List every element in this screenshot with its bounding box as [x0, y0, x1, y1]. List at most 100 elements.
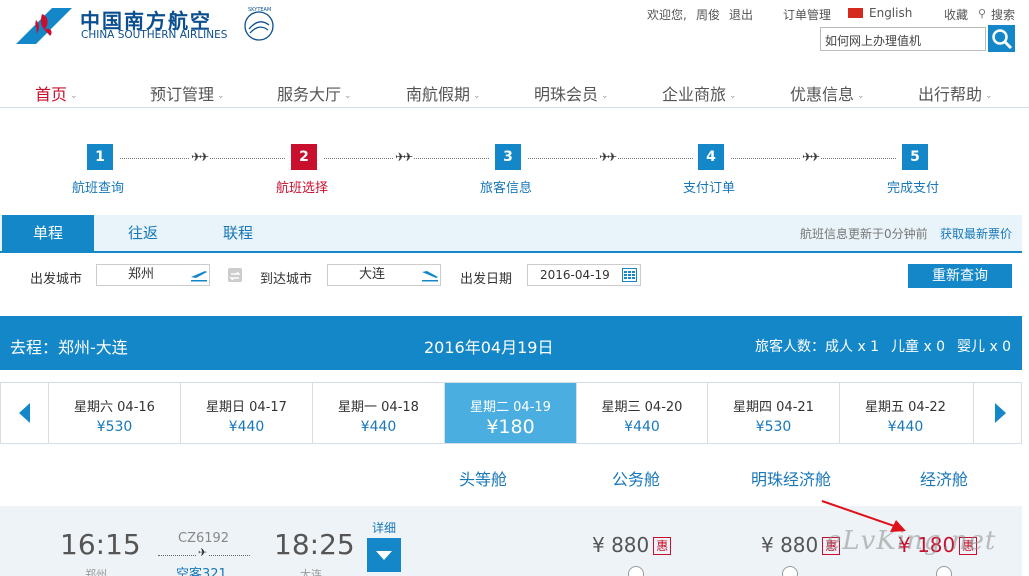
aircraft-type[interactable]: 空客321: [176, 563, 227, 576]
cabin-economy: 经济舱: [920, 470, 969, 489]
route-title: 去程：郑州-大连: [10, 338, 128, 357]
discount-badge: 惠: [653, 537, 672, 555]
swap-cities-button[interactable]: [228, 268, 242, 282]
china-flag-icon: [848, 8, 863, 18]
chevron-down-icon: ⌄: [985, 91, 993, 101]
svg-text:SKYTEAM: SKYTEAM: [248, 7, 271, 13]
tab-underline: [0, 251, 1022, 253]
swap-icon: [229, 271, 241, 281]
departure-time: 16:15: [60, 528, 141, 561]
site-search-button[interactable]: [988, 25, 1015, 52]
flight-number: CZ6192: [178, 531, 230, 546]
date-option[interactable]: 星期一 04-18 ¥440: [312, 383, 444, 443]
site-search-input[interactable]: 如何网上办理值机: [820, 27, 986, 51]
date-option[interactable]: 星期日 04-17 ¥440: [180, 383, 312, 443]
logout-link[interactable]: 退出: [729, 6, 753, 23]
plane-icon: ✈✈: [597, 150, 617, 164]
tab-round-trip[interactable]: 往返: [96, 215, 190, 251]
economy-radio[interactable]: [936, 566, 952, 576]
order-management-link[interactable]: 订单管理: [783, 6, 831, 23]
search-small-icon: ⚲: [978, 7, 987, 20]
step-2-label: 航班选择: [276, 181, 329, 196]
skyteam-logo-icon: SKYTEAM: [244, 7, 274, 41]
nav-holiday[interactable]: 南航假期 ⌄: [406, 81, 481, 105]
nav-help[interactable]: 出行帮助 ⌄: [918, 81, 993, 105]
step-3-label: 旅客信息: [480, 181, 533, 196]
english-link[interactable]: English: [869, 6, 912, 20]
date-option[interactable]: 星期五 04-22 ¥440: [839, 383, 971, 443]
landing-icon: [422, 271, 438, 282]
page-edge: [1022, 108, 1029, 576]
step-3-number: 3: [495, 144, 521, 170]
passenger-adult: 旅客人数：成人 x 1: [755, 339, 880, 355]
route-date: 2016年04月19日: [424, 338, 554, 357]
nav-booking[interactable]: 预订管理 ⌄: [150, 81, 225, 105]
nav-home[interactable]: 首页 ⌄: [35, 81, 78, 105]
takeoff-icon: [191, 271, 207, 282]
arrow-left-icon: [19, 403, 30, 423]
step-5-label: 完成支付: [887, 181, 940, 196]
update-status-text: 航班信息更新于0分钟前: [800, 227, 928, 241]
calendar-icon[interactable]: [622, 268, 637, 282]
step-2-number: 2: [291, 144, 317, 170]
nav-corporate[interactable]: 企业商旅 ⌄: [662, 81, 737, 105]
step-4-number: 4: [698, 144, 724, 170]
step-1-label: 航班查询: [72, 181, 125, 196]
arrival-time: 18:25: [274, 528, 355, 561]
business-radio[interactable]: [628, 566, 644, 576]
arrival-city: 大连: [300, 568, 322, 576]
nav-divider: [0, 107, 1029, 108]
main-nav: 首页 ⌄ 预订管理 ⌄ 服务大厅 ⌄ 南航假期 ⌄ 明珠会员 ⌄ 企业商旅 ⌄ 优惠信息 ⌄ …: [0, 78, 1029, 108]
departure-city: 郑州: [85, 568, 107, 576]
flight-detail-link[interactable]: 详细: [372, 519, 396, 536]
chevron-down-icon: ⌄: [857, 91, 865, 101]
search-link[interactable]: 搜索: [991, 6, 1015, 23]
cabin-first: 头等舱: [459, 470, 508, 489]
plane-icon: ✈: [196, 546, 210, 559]
date-option[interactable]: 星期四 04-21 ¥530: [707, 383, 839, 443]
nav-member[interactable]: 明珠会员 ⌄: [534, 81, 609, 105]
passenger-child: 儿童 x 0: [891, 339, 946, 355]
plane-icon: ✈✈: [800, 150, 820, 164]
date-option[interactable]: 星期六 04-16 ¥530: [48, 383, 180, 443]
cabin-premium-economy: 明珠经济舱: [751, 470, 832, 489]
chevron-down-icon: ⌄: [344, 91, 352, 101]
to-city-label: 到达城市: [260, 272, 313, 287]
next-dates-button[interactable]: [973, 383, 1021, 443]
chevron-down-icon: [376, 551, 392, 560]
chevron-down-icon: ⌄: [217, 91, 225, 101]
chevron-down-icon: ⌄: [70, 91, 78, 101]
premium-economy-radio[interactable]: [782, 566, 798, 576]
date-label: 出发日期: [460, 272, 513, 287]
nav-offers[interactable]: 优惠信息 ⌄: [790, 81, 865, 105]
step-5-number: 5: [902, 144, 928, 170]
plane-icon: ✈✈: [393, 150, 413, 164]
cabin-business: 公务舱: [612, 470, 661, 489]
refresh-price-link[interactable]: 获取最新票价: [940, 225, 1012, 242]
date-option-selected[interactable]: 星期二 04-19 ¥180: [444, 383, 576, 443]
step-4-label: 支付订单: [683, 181, 736, 196]
requery-button[interactable]: 重新查询: [908, 264, 1012, 288]
tab-one-way[interactable]: 单程: [2, 215, 94, 251]
arrow-right-icon: [995, 403, 1006, 423]
passenger-infant: 婴儿 x 0: [957, 339, 1012, 355]
from-city-label: 出发城市: [30, 272, 83, 287]
magnifier-icon: [992, 29, 1013, 50]
user-name-link[interactable]: 周俊: [696, 6, 720, 23]
plane-icon: ✈✈: [189, 150, 209, 164]
china-southern-logo-icon[interactable]: [14, 6, 72, 46]
expand-detail-button[interactable]: [367, 538, 401, 572]
chevron-down-icon: ⌄: [601, 91, 609, 101]
brand-name-en: CHINA SOUTHERN AIRLINES: [81, 29, 228, 41]
welcome-text: 欢迎您,: [647, 8, 687, 22]
red-arrow-icon: [821, 500, 906, 532]
step-1-number: 1: [87, 144, 113, 170]
chevron-down-icon: ⌄: [473, 91, 481, 101]
tab-multi-city[interactable]: 联程: [192, 215, 284, 251]
prev-dates-button[interactable]: [1, 383, 49, 443]
business-price[interactable]: ¥ 880 惠: [592, 533, 672, 557]
nav-service[interactable]: 服务大厅 ⌄: [277, 81, 352, 105]
favorite-link[interactable]: 收藏: [944, 6, 968, 23]
date-option[interactable]: 星期三 04-20 ¥440: [576, 383, 707, 443]
chevron-down-icon: ⌄: [729, 91, 737, 101]
